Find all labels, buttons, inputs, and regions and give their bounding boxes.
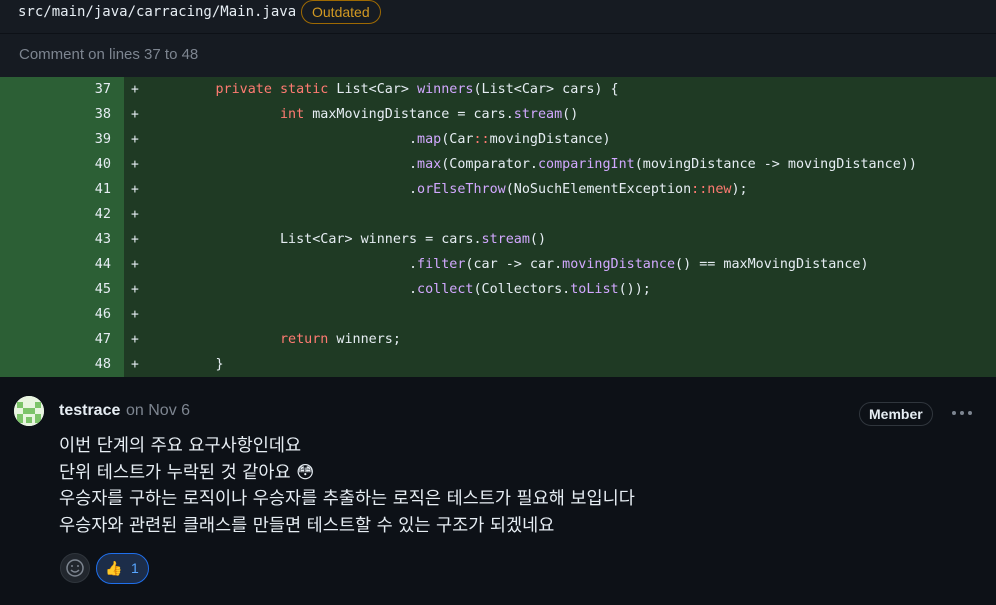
code-text: .filter(car -> car.movingDistance() == m…: [151, 257, 869, 272]
smiley-icon: [66, 559, 84, 577]
member-badge: Member: [859, 402, 933, 426]
diff-line: 37 + private static List<Car> winners(Lis…: [0, 77, 996, 102]
diff-line: 46 +: [0, 302, 996, 327]
code-text: List<Car> winners = cars.stream(): [151, 232, 547, 247]
addition-marker: +: [131, 132, 139, 147]
comment-author[interactable]: testrace: [59, 402, 120, 420]
diff-code-block: 37 + private static List<Car> winners(Lis…: [0, 77, 996, 377]
outdated-badge: Outdated: [301, 0, 381, 24]
code-text: .collect(Collectors.toList());: [151, 282, 651, 297]
line-number[interactable]: 43: [0, 227, 124, 252]
line-number[interactable]: 47: [0, 327, 124, 352]
comment-body-line: 이번 단계의 주요 요구사항인데요: [59, 436, 302, 456]
line-number[interactable]: 46: [0, 302, 124, 327]
line-number[interactable]: 38: [0, 102, 124, 127]
code-text: .max(Comparator.comparingInt(movingDista…: [151, 157, 917, 172]
diff-line: 47 + return winners;: [0, 327, 996, 352]
diff-line: 40 + .max(Comparator.comparingInt(movingD…: [0, 152, 996, 177]
comment-body-line: 단위 테스트가 누락된 것 같아요 😳: [59, 462, 315, 483]
addition-marker: +: [131, 282, 139, 297]
line-number[interactable]: 45: [0, 277, 124, 302]
review-comment: testrace on Nov 6 Member 이번 단계의 주요 요구사항인…: [0, 377, 996, 605]
diff-line: 44 + .filter(car -> car.movingDistance() …: [0, 252, 996, 277]
diff-line: 41 + .orElseThrow(NoSuchElementException:…: [0, 177, 996, 202]
line-number[interactable]: 42: [0, 202, 124, 227]
identicon-avatar[interactable]: [14, 396, 44, 426]
file-path[interactable]: src/main/java/carracing/Main.java: [18, 4, 296, 20]
addition-marker: +: [131, 207, 139, 222]
comment-body: 이번 단계의 주요 요구사항인데요단위 테스트가 누락된 것 같아요 😳 우승자를…: [59, 433, 635, 539]
addition-marker: +: [131, 157, 139, 172]
addition-marker: +: [131, 107, 139, 122]
code-text: private static List<Car> winners(List<Ca…: [215, 82, 619, 97]
file-header: src/main/java/carracing/Main.java Outdat…: [0, 0, 996, 33]
addition-marker: +: [131, 182, 139, 197]
addition-marker: +: [131, 307, 139, 322]
thumbs-up-reaction-button[interactable]: 👍 1: [96, 553, 149, 584]
line-number[interactable]: 40: [0, 152, 124, 177]
diff-line: 45 + .collect(Collectors.toList());: [0, 277, 996, 302]
addition-marker: +: [131, 82, 139, 97]
addition-marker: +: [131, 232, 139, 247]
line-number[interactable]: 37: [0, 77, 124, 102]
line-number[interactable]: 44: [0, 252, 124, 277]
code-text: }: [151, 357, 224, 372]
diff-line: 39 + .map(Car::movingDistance): [0, 127, 996, 152]
thumbs-up-icon: 👍: [105, 560, 123, 576]
addition-marker: +: [131, 332, 139, 347]
reaction-count: 1: [131, 560, 139, 576]
kebab-menu-icon[interactable]: [950, 401, 974, 425]
comment-body-line: 우승자를 구하는 로직이나 우승자를 추출하는 로직은 테스트가 필요해 보입니…: [59, 489, 635, 509]
diff-line: 38 + int maxMovingDistance = cars.stream(…: [0, 102, 996, 127]
diff-line: 42 +: [0, 202, 996, 227]
comment-date[interactable]: on Nov 6: [126, 402, 190, 420]
comment-body-line: 우승자와 관련된 클래스를 만들면 테스트할 수 있는 구조가 되겠네요: [59, 515, 555, 536]
diff-line: 43 + List<Car> winners = cars.stream(): [0, 227, 996, 252]
add-reaction-button[interactable]: [60, 553, 90, 583]
code-text: .orElseThrow(NoSuchElementException::new…: [151, 182, 748, 197]
line-number[interactable]: 41: [0, 177, 124, 202]
addition-marker: +: [131, 257, 139, 272]
line-number[interactable]: 39: [0, 127, 124, 152]
comment-range-label: Comment on lines 37 to 48: [19, 46, 199, 63]
code-text: return winners;: [280, 332, 401, 347]
comment-range-header: Comment on lines 37 to 48: [0, 33, 996, 77]
line-number[interactable]: 48: [0, 352, 124, 377]
addition-marker: +: [131, 357, 139, 372]
code-text: .map(Car::movingDistance): [151, 132, 611, 147]
code-text: int maxMovingDistance = cars.stream(): [280, 107, 579, 122]
diff-line: 48 + }: [0, 352, 996, 377]
